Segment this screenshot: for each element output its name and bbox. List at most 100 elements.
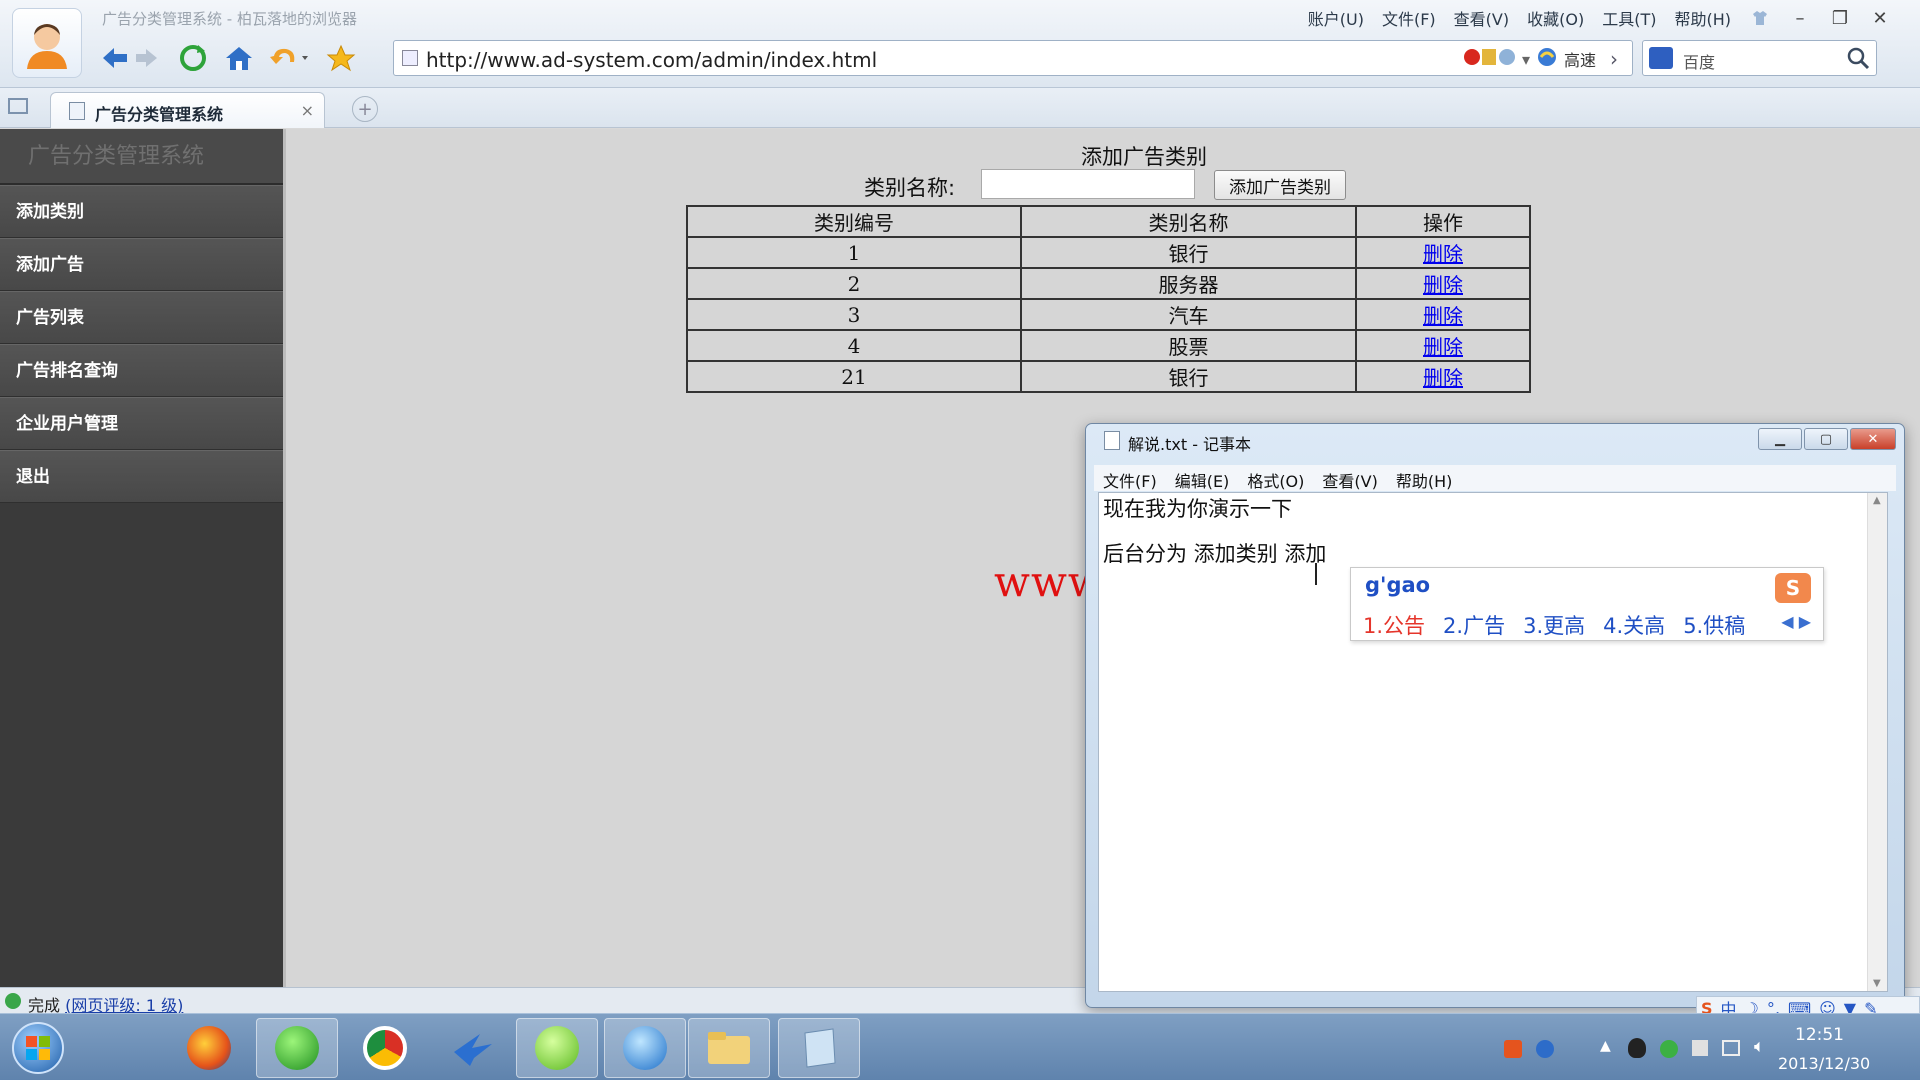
search-bar[interactable]: 百度 xyxy=(1642,40,1877,76)
tab-label: 广告分类管理系统 xyxy=(95,105,224,124)
cell-name: 股票 xyxy=(1020,329,1357,362)
notepad-maximize-icon[interactable]: ▢ xyxy=(1804,428,1848,450)
address-text[interactable]: http://www.ad-system.com/admin/index.htm… xyxy=(426,48,877,72)
notepad-title: 解说.txt - 记事本 xyxy=(1128,435,1252,454)
taskbar-explorer[interactable] xyxy=(688,1018,770,1078)
clock-date[interactable]: 2013/12/30 xyxy=(1778,1054,1870,1073)
menu-file[interactable]: 文件(F) xyxy=(1373,4,1445,32)
cell-action: 删除 xyxy=(1355,267,1531,300)
close-icon[interactable]: ✕ xyxy=(1860,5,1900,31)
notepad-scrollbar[interactable]: ▲ ▼ xyxy=(1867,493,1887,991)
new-tab-icon[interactable]: + xyxy=(352,96,378,122)
home-icon[interactable] xyxy=(219,40,259,76)
taskbar-bird-app[interactable] xyxy=(432,1018,514,1078)
notepad-menu-edit[interactable]: 编辑(E) xyxy=(1166,465,1239,491)
ime-candidate-window[interactable]: g'gao S 1.公告 2.广告 3.更高 4.关高 5.供稿 ◀ ▶ xyxy=(1350,567,1824,641)
table-row: 21 银行 删除 xyxy=(686,360,1531,393)
sidebar-toggle-icon[interactable] xyxy=(8,98,28,114)
tray-flag-icon[interactable] xyxy=(1692,1040,1708,1056)
notepad-menu-view[interactable]: 查看(V) xyxy=(1313,465,1386,491)
taskbar-browser[interactable] xyxy=(256,1018,338,1078)
taskbar-sogou[interactable] xyxy=(604,1018,686,1078)
add-category-button[interactable]: 添加广告类别 xyxy=(1214,170,1346,200)
tab-close-icon[interactable]: × xyxy=(301,101,314,120)
taskbar-notepad[interactable] xyxy=(778,1018,860,1078)
bird-icon xyxy=(454,1034,492,1066)
ime-candidate[interactable]: 2.广告 xyxy=(1443,610,1505,640)
leaf-app-icon xyxy=(535,1026,579,1070)
clock-time[interactable]: 12:51 xyxy=(1795,1025,1844,1045)
security-icon[interactable] xyxy=(1462,44,1516,74)
delete-link[interactable]: 删除 xyxy=(1423,304,1463,328)
tab-ad-system[interactable]: 广告分类管理系统 × xyxy=(50,92,325,128)
tray-volume-icon[interactable]: 🔈︎ xyxy=(1754,1036,1765,1057)
sidebar-item-enterprise-users[interactable]: 企业用户管理 xyxy=(0,397,283,450)
cell-id: 3 xyxy=(686,298,1022,331)
tray-security-icon[interactable] xyxy=(1660,1040,1678,1058)
skin-icon[interactable] xyxy=(1740,5,1780,31)
notepad-menu-format[interactable]: 格式(O) xyxy=(1238,465,1313,491)
taskbar-chrome[interactable] xyxy=(344,1018,426,1078)
dropdown-icon[interactable]: ▾ xyxy=(1522,50,1530,69)
restore-icon[interactable]: ❐ xyxy=(1820,5,1860,31)
taskbar-green-app[interactable] xyxy=(516,1018,598,1078)
sidebar-item-add-category[interactable]: 添加类别 xyxy=(0,185,283,238)
tray-expand-icon[interactable]: ▲ xyxy=(1600,1038,1611,1054)
notepad-close-icon[interactable]: ✕ xyxy=(1850,428,1896,450)
notepad-window[interactable]: 解说.txt - 记事本 ▁ ▢ ✕ 文件(F) 编辑(E) 格式(O) 查看(… xyxy=(1085,423,1905,1008)
ime-candidate[interactable]: 5.供稿 xyxy=(1683,610,1745,640)
sidebar-item-add-ad[interactable]: 添加广告 xyxy=(0,238,283,291)
table-row: 1 银行 删除 xyxy=(686,236,1531,269)
menu-account[interactable]: 账户(U) xyxy=(1299,4,1373,32)
sogou-ime-icon[interactable]: S xyxy=(1775,573,1811,603)
notepad-menu-file[interactable]: 文件(F) xyxy=(1094,465,1166,491)
browser-menu-bar: 账户(U) 文件(F) 查看(V) 收藏(O) 工具(T) 帮助(H) – ❐ … xyxy=(1299,4,1900,32)
browser-logo-icon[interactable] xyxy=(12,8,82,78)
notepad-titlebar[interactable]: 解说.txt - 记事本 ▁ ▢ ✕ xyxy=(1086,424,1904,456)
scroll-down-icon[interactable]: ▼ xyxy=(1873,978,1881,989)
tray-network-icon[interactable] xyxy=(1722,1040,1740,1056)
favorites-star-icon[interactable] xyxy=(321,40,361,76)
speed-mode-label[interactable]: 高速 xyxy=(1564,47,1596,71)
taskbar-firefox[interactable] xyxy=(168,1018,250,1078)
menu-favorites[interactable]: 收藏(O) xyxy=(1518,4,1593,32)
sidebar-item-logout[interactable]: 退出 xyxy=(0,450,283,503)
address-bar[interactable]: http://www.ad-system.com/admin/index.htm… xyxy=(393,40,1633,76)
notepad-window-controls: ▁ ▢ ✕ xyxy=(1758,428,1896,450)
delete-link[interactable]: 删除 xyxy=(1423,273,1463,297)
notepad-menu-help[interactable]: 帮助(H) xyxy=(1387,465,1462,491)
undo-close-icon[interactable] xyxy=(265,40,315,76)
sidebar-item-ad-ranking[interactable]: 广告排名查询 xyxy=(0,344,283,397)
search-input[interactable]: 百度 xyxy=(1683,49,1715,73)
menu-help[interactable]: 帮助(H) xyxy=(1665,4,1740,32)
ime-candidate[interactable]: 1.公告 xyxy=(1363,610,1425,640)
delete-link[interactable]: 删除 xyxy=(1423,242,1463,266)
refresh-icon[interactable] xyxy=(173,40,213,76)
minimize-icon[interactable]: – xyxy=(1780,5,1820,31)
cell-action: 删除 xyxy=(1355,298,1531,331)
baidu-icon[interactable] xyxy=(1649,47,1673,69)
tray-qq-icon[interactable] xyxy=(1628,1038,1646,1058)
start-button[interactable] xyxy=(12,1022,64,1074)
scroll-up-icon[interactable]: ▲ xyxy=(1873,495,1881,506)
speed-mode-icon[interactable] xyxy=(1536,46,1558,72)
ime-candidate[interactable]: 3.更高 xyxy=(1523,610,1585,640)
chevron-right-icon[interactable]: › xyxy=(1602,47,1626,71)
tray-sogou-icon[interactable] xyxy=(1504,1040,1522,1058)
menu-view[interactable]: 查看(V) xyxy=(1445,4,1518,32)
forward-icon[interactable] xyxy=(127,40,167,76)
delete-link[interactable]: 删除 xyxy=(1423,366,1463,390)
menu-tools[interactable]: 工具(T) xyxy=(1593,4,1665,32)
notepad-minimize-icon[interactable]: ▁ xyxy=(1758,428,1802,450)
table-row: 2 服务器 删除 xyxy=(686,267,1531,300)
delete-link[interactable]: 删除 xyxy=(1423,335,1463,359)
search-icon[interactable] xyxy=(1846,46,1870,74)
tray-help-icon[interactable] xyxy=(1536,1040,1554,1058)
folder-icon xyxy=(708,1032,750,1064)
tab-page-icon xyxy=(69,102,85,120)
ime-page-arrows-icon[interactable]: ◀ ▶ xyxy=(1781,612,1811,631)
ime-candidate[interactable]: 4.关高 xyxy=(1603,610,1665,640)
category-name-input[interactable] xyxy=(981,169,1195,199)
cell-id: 21 xyxy=(686,360,1022,393)
sidebar-item-ad-list[interactable]: 广告列表 xyxy=(0,291,283,344)
